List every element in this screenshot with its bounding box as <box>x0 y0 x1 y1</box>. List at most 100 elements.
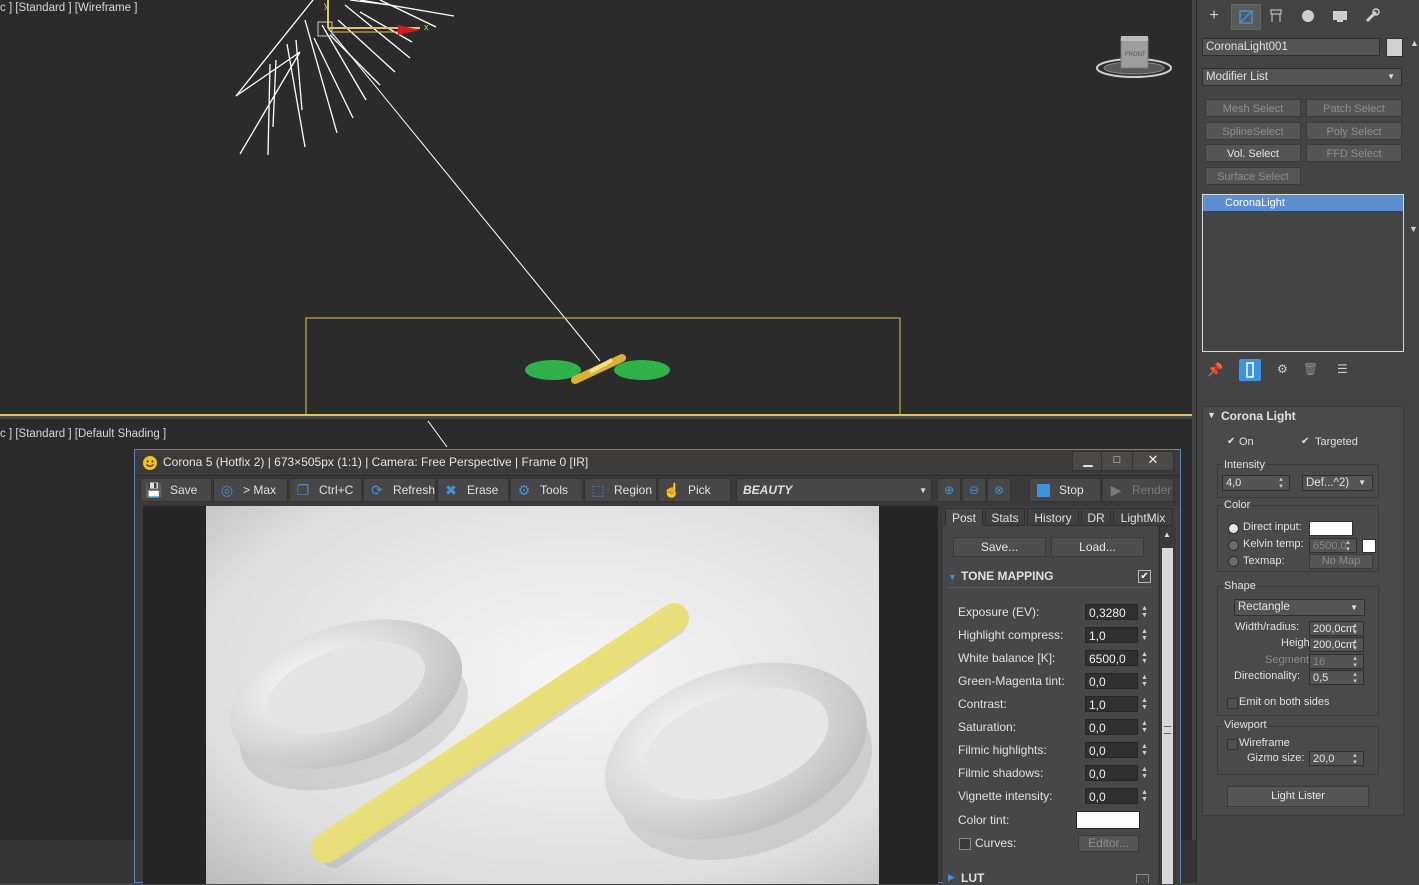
refresh-button[interactable]: ⟳ Refresh <box>363 478 436 502</box>
minimize-icon[interactable]: ▁ <box>1072 451 1104 471</box>
tab-post[interactable]: Post <box>945 508 983 526</box>
param-spinner-arrows-icon[interactable]: ▲ ▼ <box>1141 628 1148 642</box>
erase-button[interactable]: ✖ Erase <box>437 478 509 502</box>
render-button[interactable]: ▶ Render <box>1102 478 1174 502</box>
zoom-out-icon[interactable]: ⊖ <box>962 478 986 502</box>
stack-item-coronalight[interactable]: CoronaLight <box>1203 195 1403 211</box>
emit-both-checkbox[interactable] <box>1227 698 1238 709</box>
spline-select-button[interactable]: SplineSelect <box>1205 122 1301 140</box>
param-spinner-arrows-icon[interactable]: ▲ ▼ <box>1141 651 1148 665</box>
stop-button[interactable]: Stop <box>1029 478 1101 502</box>
param-value-field[interactable]: 0,0 <box>1085 765 1138 781</box>
tab-dr[interactable]: DR <box>1081 508 1111 526</box>
copy-button[interactable]: ❐ Ctrl+C <box>289 478 362 502</box>
mesh-select-button[interactable]: Mesh Select <box>1205 99 1301 117</box>
torus-right[interactable] <box>614 360 670 380</box>
param-spinner-arrows-icon[interactable]: ▲ ▼ <box>1141 720 1148 734</box>
vfb-titlebar[interactable]: Corona 5 (Hotfix 2) | 673×505px (1:1) | … <box>135 450 1180 476</box>
rollout-collapse-icon[interactable]: ▼ <box>1207 410 1216 420</box>
render-image[interactable] <box>206 506 879 884</box>
rollout-title[interactable]: Corona Light <box>1221 409 1296 423</box>
no-map-button[interactable]: No Map <box>1309 554 1373 569</box>
kelvin-swatch[interactable] <box>1362 539 1376 553</box>
save-button[interactable]: 💾 Save <box>140 478 212 502</box>
close-icon[interactable]: ✕ <box>1132 451 1174 471</box>
shape-dropdown[interactable]: Rectangle ▼ <box>1234 599 1365 616</box>
param-value-field[interactable]: 1,0 <box>1085 627 1138 643</box>
to-max-button[interactable]: ◎ > Max <box>213 478 288 502</box>
modifier-list-dropdown[interactable]: Modifier List ▼ <box>1202 68 1402 86</box>
gizmo-size-spinner[interactable]: 20,0 <box>1309 751 1364 766</box>
param-value-field[interactable]: 0,0 <box>1085 719 1138 735</box>
tone-mapping-title[interactable]: TONE MAPPING <box>961 569 1053 583</box>
zoom-in-icon[interactable]: ⊕ <box>937 478 961 502</box>
hierarchy-tab-icon[interactable] <box>1262 4 1290 28</box>
panel-scroll-up-icon[interactable]: ▲ <box>1410 38 1419 48</box>
post-save-button[interactable]: Save... <box>953 537 1046 557</box>
post-scrollbar[interactable]: ▲ <box>1159 526 1176 884</box>
display-tab-icon[interactable] <box>1326 4 1354 28</box>
param-value-field[interactable]: 0,0 <box>1085 742 1138 758</box>
object-color-swatch[interactable] <box>1386 38 1403 57</box>
on-checkbox[interactable]: ✔ <box>1227 437 1237 447</box>
intensity-spinner[interactable]: 4,0 <box>1222 475 1290 491</box>
object-name-field[interactable]: CoronaLight001 <box>1202 38 1380 56</box>
surface-select-button[interactable]: Surface Select <box>1205 167 1301 185</box>
direct-input-radio[interactable] <box>1228 523 1239 534</box>
frame-buffer-window[interactable]: Corona 5 (Hotfix 2) | 673×505px (1:1) | … <box>134 449 1181 885</box>
channel-dropdown[interactable]: BEAUTY ▼ <box>736 478 932 502</box>
post-load-button[interactable]: Load... <box>1051 537 1144 557</box>
param-value-field[interactable]: 0,0 <box>1085 788 1138 804</box>
param-spinner-arrows-icon[interactable]: ▲ ▼ <box>1141 789 1148 803</box>
utilities-tab-icon[interactable] <box>1358 4 1386 28</box>
create-tab-icon[interactable]: + <box>1200 4 1228 28</box>
param-spinner-arrows-icon[interactable]: ▲ ▼ <box>1141 766 1148 780</box>
lut-expand-icon[interactable]: ▶ <box>948 872 955 883</box>
targeted-checkbox[interactable]: ✔ <box>1301 437 1311 447</box>
pick-button[interactable]: ☝ Pick <box>658 478 731 502</box>
color-tint-swatch[interactable] <box>1076 811 1140 829</box>
motion-tab-icon[interactable] <box>1294 4 1322 28</box>
zoom-fit-icon[interactable]: ⊗ <box>987 478 1011 502</box>
tools-button[interactable]: ⚙ Tools <box>510 478 583 502</box>
intensity-unit-dropdown[interactable]: Def...^2) ▼ <box>1302 475 1373 491</box>
kelvin-spinner[interactable]: 6500,0 <box>1309 538 1357 553</box>
tab-lightmix[interactable]: LightMix <box>1113 508 1173 526</box>
directionality-spinner[interactable]: 0,5 <box>1309 670 1364 685</box>
param-value-field[interactable]: 6500,0 <box>1085 650 1138 666</box>
panel-scroll-down-icon[interactable]: ▼ <box>1409 224 1418 234</box>
curves-editor-button[interactable]: Editor... <box>1078 835 1139 852</box>
ffd-select-button[interactable]: FFD Select <box>1306 144 1402 162</box>
param-value-field[interactable]: 0,3280 <box>1085 604 1138 620</box>
lut-checkbox[interactable] <box>1136 874 1149 883</box>
tab-stats[interactable]: Stats <box>985 508 1025 526</box>
direct-input-swatch[interactable] <box>1309 521 1353 536</box>
kelvin-radio[interactable] <box>1228 540 1239 551</box>
scroll-up-icon[interactable]: ▲ <box>1163 530 1171 539</box>
make-unique-icon[interactable]: ⚙ <box>1277 362 1288 376</box>
param-spinner-arrows-icon[interactable]: ▲ ▼ <box>1141 605 1148 619</box>
region-button[interactable]: ⬚ Region <box>584 478 657 502</box>
modify-tab-icon[interactable] <box>1231 4 1261 30</box>
param-spinner-arrows-icon[interactable]: ▲ ▼ <box>1141 674 1148 688</box>
vol-select-button[interactable]: Vol. Select <box>1205 144 1301 162</box>
wireframe-checkbox[interactable] <box>1227 739 1238 750</box>
scroll-thumb[interactable] <box>1162 548 1173 884</box>
pin-stack-icon[interactable]: 📌 <box>1207 362 1223 378</box>
poly-select-button[interactable]: Poly Select <box>1306 122 1402 140</box>
curves-checkbox[interactable] <box>959 838 971 850</box>
param-spinner-arrows-icon[interactable]: ▲ ▼ <box>1141 697 1148 711</box>
width-spinner[interactable]: 200,0cm <box>1309 621 1364 636</box>
modifier-stack[interactable]: CoronaLight <box>1202 194 1404 352</box>
segments-spinner[interactable]: 16 <box>1309 654 1364 669</box>
height-spinner[interactable]: 200,0cm <box>1309 637 1364 652</box>
show-end-result-icon[interactable] <box>1239 359 1261 381</box>
configure-sets-icon[interactable]: ☰ <box>1337 362 1348 376</box>
remove-modifier-icon[interactable]: 🗑 <box>1303 362 1318 376</box>
param-value-field[interactable]: 0,0 <box>1085 673 1138 689</box>
texmap-radio[interactable] <box>1228 556 1239 567</box>
param-value-field[interactable]: 1,0 <box>1085 696 1138 712</box>
viewcube[interactable]: FRONT <box>1096 36 1172 78</box>
section-expand-icon[interactable]: ▼ <box>948 572 957 582</box>
light-lister-button[interactable]: Light Lister <box>1227 786 1369 807</box>
